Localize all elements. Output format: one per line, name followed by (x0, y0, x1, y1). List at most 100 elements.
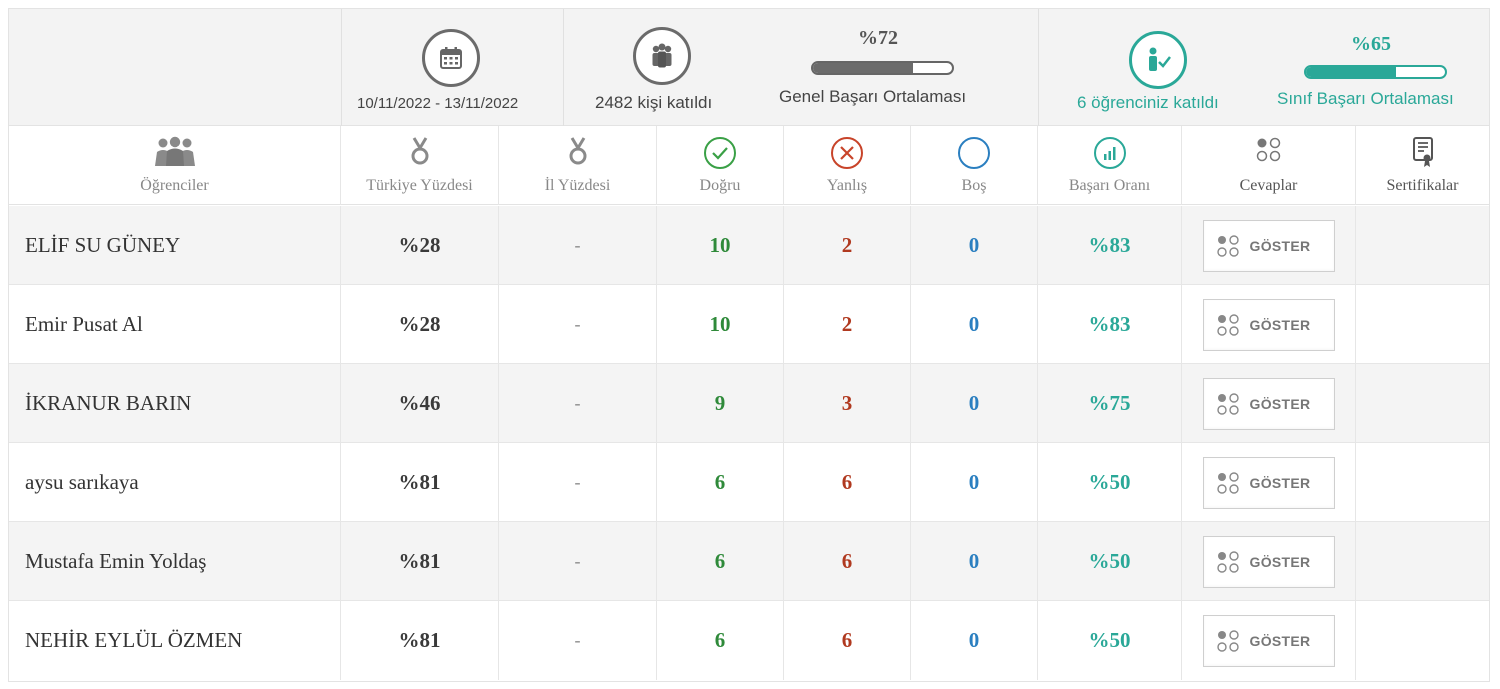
turkey-percent: %81 (341, 601, 499, 680)
show-answers-button[interactable]: GÖSTER (1202, 535, 1335, 588)
student-name: Emir Pusat Al (9, 285, 341, 364)
students-icon (151, 136, 199, 173)
date-range: 10/11/2022 - 13/11/2022 (357, 95, 519, 112)
class-average-percent: %65 (1351, 33, 1391, 55)
empty-count: 0 (911, 364, 1038, 443)
show-answers-label: GÖSTER (1249, 474, 1311, 491)
column-label: Öğrenciler (140, 177, 209, 194)
dots-grid-icon (1255, 136, 1283, 169)
turkey-percent: %28 (341, 285, 499, 364)
show-answers-label: GÖSTER (1249, 316, 1311, 333)
summary-divider (563, 9, 564, 126)
bar-chart-icon (1093, 136, 1127, 175)
show-answers-label: GÖSTER (1249, 632, 1311, 649)
province-percent: - (499, 364, 657, 443)
dots-grid-icon (1216, 550, 1239, 573)
show-answers-button[interactable]: GÖSTER (1202, 219, 1335, 272)
province-percent: - (499, 443, 657, 522)
column-header-turkey-percent: Türkiye Yüzdesi (341, 126, 499, 205)
answers-cell: GÖSTER (1182, 601, 1356, 680)
show-answers-button[interactable]: GÖSTER (1202, 377, 1335, 430)
turkey-percent: %81 (341, 443, 499, 522)
medal-icon (409, 136, 431, 171)
certificate-cell (1356, 206, 1489, 285)
table-row: İKRANUR BARIN %46 - 9 3 0 %75 GÖSTER (9, 364, 1489, 443)
table-row: Emir Pusat Al %28 - 10 2 0 %83 GÖSTER (9, 285, 1489, 364)
wrong-count: 2 (784, 206, 911, 285)
calendar-icon (422, 29, 480, 87)
answers-cell: GÖSTER (1182, 285, 1356, 364)
general-average-bar (811, 61, 954, 75)
student-name: İKRANUR BARIN (9, 364, 341, 443)
correct-count: 6 (657, 443, 784, 522)
column-header-correct: Doğru (657, 126, 784, 205)
province-percent: - (499, 285, 657, 364)
your-students-count: 6 öğrenciniz katıldı (1077, 93, 1219, 112)
empty-count: 0 (911, 285, 1038, 364)
success-rate: %50 (1038, 601, 1182, 680)
group-icon (633, 27, 691, 85)
summary-divider (1038, 9, 1039, 126)
show-answers-label: GÖSTER (1249, 237, 1311, 254)
correct-count: 6 (657, 601, 784, 680)
wrong-count: 6 (784, 522, 911, 601)
certificate-cell (1356, 601, 1489, 680)
table-row: ELİF SU GÜNEY %28 - 10 2 0 %83 GÖSTER (9, 206, 1489, 285)
certificate-cell (1356, 364, 1489, 443)
table-row: Mustafa Emin Yoldaş %81 - 6 6 0 %50 GÖST… (9, 522, 1489, 601)
student-name: aysu sarıkaya (9, 443, 341, 522)
table-row: aysu sarıkaya %81 - 6 6 0 %50 GÖSTER (9, 443, 1489, 522)
class-average-label: Sınıf Başarı Ortalaması (1277, 89, 1454, 108)
show-answers-button[interactable]: GÖSTER (1202, 298, 1335, 351)
general-average-bar-fill (813, 63, 914, 73)
answers-cell: GÖSTER (1182, 206, 1356, 285)
success-rate: %75 (1038, 364, 1182, 443)
answers-cell: GÖSTER (1182, 443, 1356, 522)
wrong-count: 6 (784, 443, 911, 522)
table-row: NEHİR EYLÜL ÖZMEN %81 - 6 6 0 %50 GÖSTER (9, 601, 1489, 680)
dots-grid-icon (1216, 313, 1239, 336)
answers-cell: GÖSTER (1182, 522, 1356, 601)
column-label: Türkiye Yüzdesi (366, 177, 473, 194)
wrong-count: 3 (784, 364, 911, 443)
student-name: ELİF SU GÜNEY (9, 206, 341, 285)
turkey-percent: %28 (341, 206, 499, 285)
student-name: Mustafa Emin Yoldaş (9, 522, 341, 601)
results-panel: 10/11/2022 - 13/11/2022 2482 kişi katıld… (8, 8, 1490, 682)
empty-count: 0 (911, 601, 1038, 680)
general-average-percent: %72 (858, 27, 898, 49)
certificate-cell (1356, 443, 1489, 522)
column-label: Boş (961, 177, 987, 194)
column-label: Başarı Oranı (1068, 177, 1151, 194)
table-header: Öğrenciler Türkiye Yüzdesi İl Yüzdesi Do… (9, 126, 1489, 205)
turkey-percent: %81 (341, 522, 499, 601)
success-rate: %83 (1038, 206, 1182, 285)
show-answers-button[interactable]: GÖSTER (1202, 456, 1335, 509)
column-header-students: Öğrenciler (9, 126, 341, 205)
correct-count: 9 (657, 364, 784, 443)
success-rate: %50 (1038, 522, 1182, 601)
class-average-bar-fill (1306, 67, 1397, 77)
empty-count: 0 (911, 443, 1038, 522)
dots-grid-icon (1216, 629, 1239, 652)
column-label: Sertifikalar (1386, 177, 1459, 194)
column-header-empty: Boş (911, 126, 1038, 205)
empty-circle-icon (957, 136, 991, 175)
check-circle-icon (703, 136, 737, 175)
success-rate: %50 (1038, 443, 1182, 522)
correct-count: 10 (657, 285, 784, 364)
empty-count: 0 (911, 522, 1038, 601)
province-percent: - (499, 601, 657, 680)
column-header-answers: Cevaplar (1182, 126, 1356, 205)
student-check-icon (1129, 31, 1187, 89)
column-header-success-rate: Başarı Oranı (1038, 126, 1182, 205)
answers-cell: GÖSTER (1182, 364, 1356, 443)
x-circle-icon (830, 136, 864, 175)
medal-icon (567, 136, 589, 171)
column-header-wrong: Yanlış (784, 126, 911, 205)
wrong-count: 6 (784, 601, 911, 680)
show-answers-button[interactable]: GÖSTER (1202, 614, 1335, 667)
certificate-cell (1356, 285, 1489, 364)
dots-grid-icon (1216, 234, 1239, 257)
correct-count: 10 (657, 206, 784, 285)
